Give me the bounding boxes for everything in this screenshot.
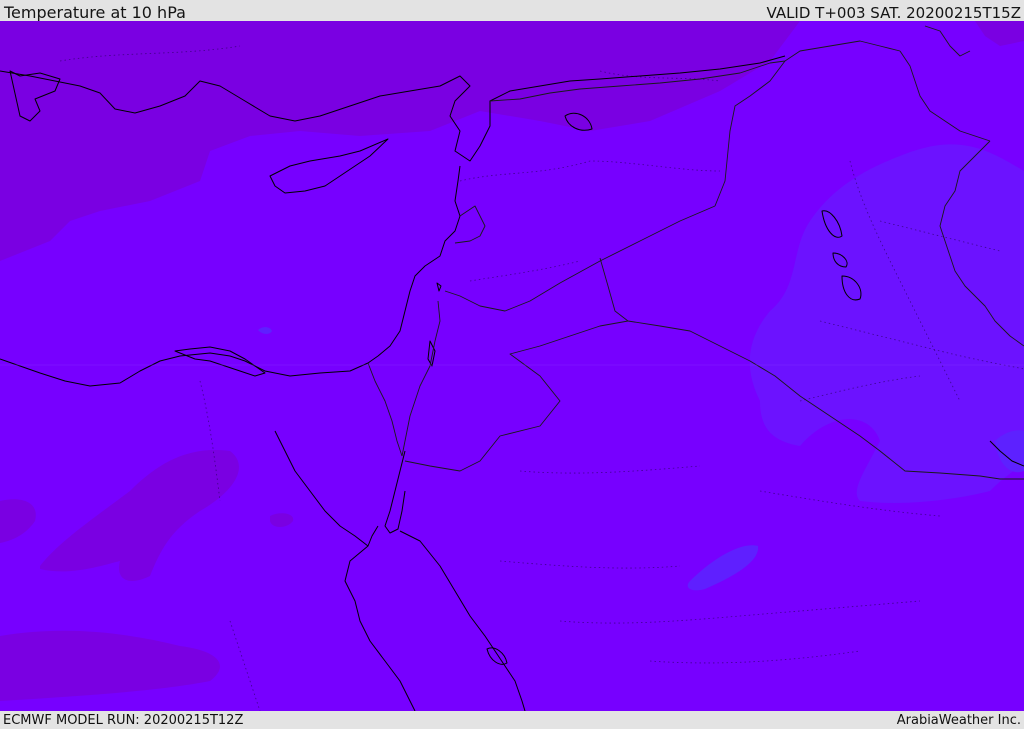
credit-label: ArabiaWeather Inc. — [896, 713, 1021, 728]
weather-map-canvas — [0, 21, 1024, 711]
weather-map — [0, 21, 1024, 711]
valid-time-label: VALID T+003 SAT. 20200215T15Z — [766, 4, 1021, 22]
map-title: Temperature at 10 hPa — [4, 3, 186, 22]
map-page: Temperature at 10 hPa VALID T+003 SAT. 2… — [0, 0, 1024, 729]
header-bar: Temperature at 10 hPa VALID T+003 SAT. 2… — [0, 0, 1024, 22]
model-run-label: ECMWF MODEL RUN: 20200215T12Z — [3, 713, 244, 728]
footer-bar: ECMWF MODEL RUN: 20200215T12Z ArabiaWeat… — [0, 711, 1024, 729]
